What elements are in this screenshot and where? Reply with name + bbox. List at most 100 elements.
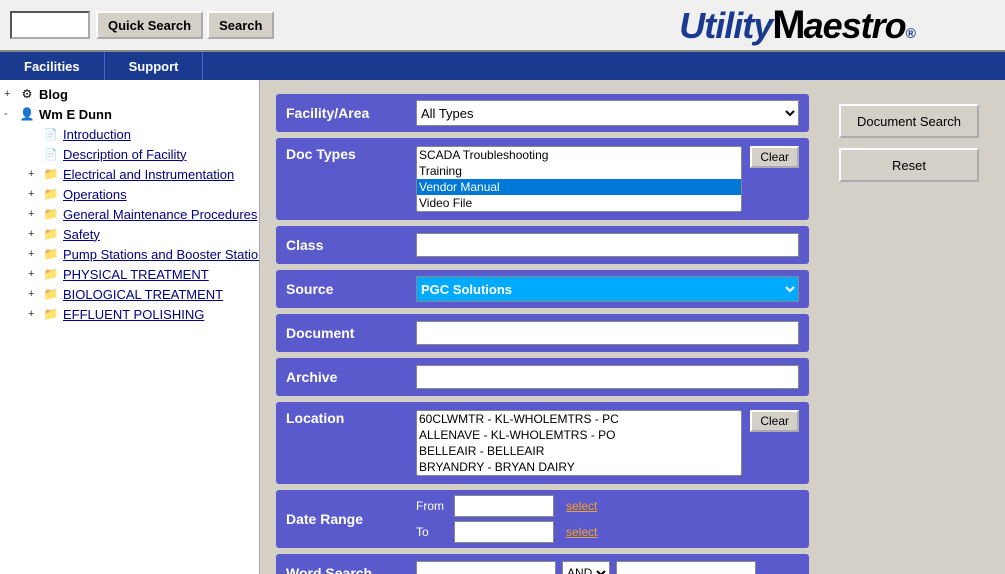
word-input-1[interactable]	[416, 561, 556, 574]
sidebar-item-blog[interactable]: + ⚙ Blog	[0, 84, 259, 104]
folder-icon-maintenance: 📁	[42, 206, 60, 222]
doctype-listbox[interactable]: SCADA Troubleshooting Training Vendor Ma…	[416, 146, 742, 212]
location-label: Location	[286, 410, 416, 426]
sidebar-label-effluent: EFFLUENT POLISHING	[63, 307, 204, 322]
sidebar-label-maintenance: General Maintenance Procedures	[63, 207, 257, 222]
source-row: Source PGC Solutions	[276, 270, 809, 308]
document-label: Document	[286, 325, 416, 341]
tab-facilities[interactable]: Facilities	[0, 52, 105, 80]
sidebar-item-wmedunn[interactable]: - 👤 Wm E Dunn	[0, 104, 259, 124]
folder-icon-effluent: 📁	[42, 306, 60, 322]
tree-toggle-maint[interactable]: +	[28, 208, 42, 220]
tab-support[interactable]: Support	[105, 52, 204, 80]
sidebar-item-physical[interactable]: + 📁 PHYSICAL TREATMENT	[0, 264, 259, 284]
wordsearch-label: Word Search	[286, 565, 416, 574]
class-input[interactable]	[416, 233, 799, 257]
header: Quick Search Search UtilityMaestro®	[0, 0, 1005, 52]
tree-toggle-wmedunn[interactable]: -	[4, 108, 18, 120]
sidebar-label-blog: Blog	[39, 87, 68, 102]
sidebar-label-electrical: Electrical and Instrumentation	[63, 167, 234, 182]
sidebar-item-operations[interactable]: + 📁 Operations	[0, 184, 259, 204]
location-listbox[interactable]: 60CLWMTR - KL-WHOLEMTRS - PC ALLENAVE - …	[416, 410, 742, 476]
location-opt-2[interactable]: ALLENAVE - KL-WHOLEMTRS - PO	[417, 427, 741, 443]
tree-toggle-elec[interactable]: +	[28, 168, 42, 180]
source-control: PGC Solutions	[416, 276, 799, 302]
doctype-option-scada[interactable]: SCADA Troubleshooting	[417, 147, 741, 163]
select-to-link[interactable]: select	[566, 525, 597, 539]
clear-doctype-button[interactable]: Clear	[750, 146, 799, 168]
sidebar-label-wmedunn: Wm E Dunn	[39, 107, 112, 122]
facility-control: All Types	[416, 100, 799, 126]
tree-toggle-physical[interactable]: +	[28, 268, 42, 280]
class-label: Class	[286, 237, 416, 253]
location-opt-4[interactable]: BRYANDRY - BRYAN DAIRY	[417, 459, 741, 475]
main: + ⚙ Blog - 👤 Wm E Dunn 📄 Introduction 📄 …	[0, 80, 1005, 574]
sidebar-item-effluent[interactable]: + 📁 EFFLUENT POLISHING	[0, 304, 259, 324]
sidebar-item-biological[interactable]: + 📁 BIOLOGICAL TREATMENT	[0, 284, 259, 304]
tree-toggle-ops[interactable]: +	[28, 188, 42, 200]
logo: UtilityMaestro®	[679, 3, 915, 48]
from-label: From	[416, 499, 446, 513]
facility-select[interactable]: All Types	[416, 100, 799, 126]
location-opt-1[interactable]: 60CLWMTR - KL-WHOLEMTRS - PC	[417, 411, 741, 427]
sidebar-item-introduction[interactable]: 📄 Introduction	[0, 124, 259, 144]
tree-toggle-pump[interactable]: +	[28, 248, 42, 260]
doctype-control: SCADA Troubleshooting Training Vendor Ma…	[416, 146, 742, 212]
daterange-label: Date Range	[286, 511, 416, 527]
folder-icon-pump: 📁	[42, 246, 60, 262]
doctype-option-video[interactable]: Video File	[417, 195, 741, 211]
document-row: Document	[276, 314, 809, 352]
class-row: Class	[276, 226, 809, 264]
doc-icon-desc: 📄	[42, 146, 60, 162]
source-select[interactable]: PGC Solutions	[416, 276, 799, 302]
tree-toggle-safety[interactable]: +	[28, 228, 42, 240]
search-panel: Facility/Area All Types Doc Types SCADA …	[276, 94, 809, 560]
source-label: Source	[286, 281, 416, 297]
word-operator-select[interactable]: AND OR NOT	[562, 561, 610, 574]
doctype-option-vendor[interactable]: Vendor Manual	[417, 179, 741, 195]
logo-m: M	[772, 3, 803, 47]
folder-icon-electrical: 📁	[42, 166, 60, 182]
clear-location-button[interactable]: Clear	[750, 410, 799, 432]
quick-search-button[interactable]: Quick Search	[96, 11, 203, 39]
archive-input[interactable]	[416, 365, 799, 389]
daterange-row: Date Range From select To select	[276, 490, 809, 548]
folder-icon-physical: 📁	[42, 266, 60, 282]
sidebar-item-description[interactable]: 📄 Description of Facility	[0, 144, 259, 164]
tree-toggle-biological[interactable]: +	[28, 288, 42, 300]
right-panel: Document Search Reset	[829, 94, 989, 560]
sidebar-item-safety[interactable]: + 📁 Safety	[0, 224, 259, 244]
search-input[interactable]	[10, 11, 90, 39]
archive-label: Archive	[286, 369, 416, 385]
archive-row: Archive	[276, 358, 809, 396]
reset-button[interactable]: Reset	[839, 148, 979, 182]
sidebar-item-pump[interactable]: + 📁 Pump Stations and Booster Stations	[0, 244, 259, 264]
sidebar-label-introduction: Introduction	[63, 127, 131, 142]
sidebar-item-electrical[interactable]: + 📁 Electrical and Instrumentation	[0, 164, 259, 184]
location-row: Location 60CLWMTR - KL-WHOLEMTRS - PC AL…	[276, 402, 809, 484]
document-input[interactable]	[416, 321, 799, 345]
sidebar-label-biological: BIOLOGICAL TREATMENT	[63, 287, 223, 302]
sidebar-label-physical: PHYSICAL TREATMENT	[63, 267, 209, 282]
select-from-link[interactable]: select	[566, 499, 597, 513]
document-control	[416, 321, 799, 345]
doctype-option-training[interactable]: Training	[417, 163, 741, 179]
facility-label: Facility/Area	[286, 105, 416, 121]
date-from-row: From select	[416, 495, 799, 517]
location-opt-3[interactable]: BELLEAIR - BELLEAIR	[417, 443, 741, 459]
content: Facility/Area All Types Doc Types SCADA …	[260, 80, 1005, 574]
folder-icon-biological: 📁	[42, 286, 60, 302]
tree-toggle-effluent[interactable]: +	[28, 308, 42, 320]
wordsearch-row: Word Search AND OR NOT	[276, 554, 809, 574]
facility-row: Facility/Area All Types	[276, 94, 809, 132]
document-search-button[interactable]: Document Search	[839, 104, 979, 138]
to-input[interactable]	[454, 521, 554, 543]
sidebar-label-pump: Pump Stations and Booster Stations	[63, 247, 260, 262]
search-button[interactable]: Search	[207, 11, 274, 39]
sidebar-item-maintenance[interactable]: + 📁 General Maintenance Procedures	[0, 204, 259, 224]
word-input-2[interactable]	[616, 561, 756, 574]
tree-toggle-blog[interactable]: +	[4, 88, 18, 100]
date-to-row: To select	[416, 521, 799, 543]
from-input[interactable]	[454, 495, 554, 517]
doctype-label: Doc Types	[286, 146, 416, 162]
